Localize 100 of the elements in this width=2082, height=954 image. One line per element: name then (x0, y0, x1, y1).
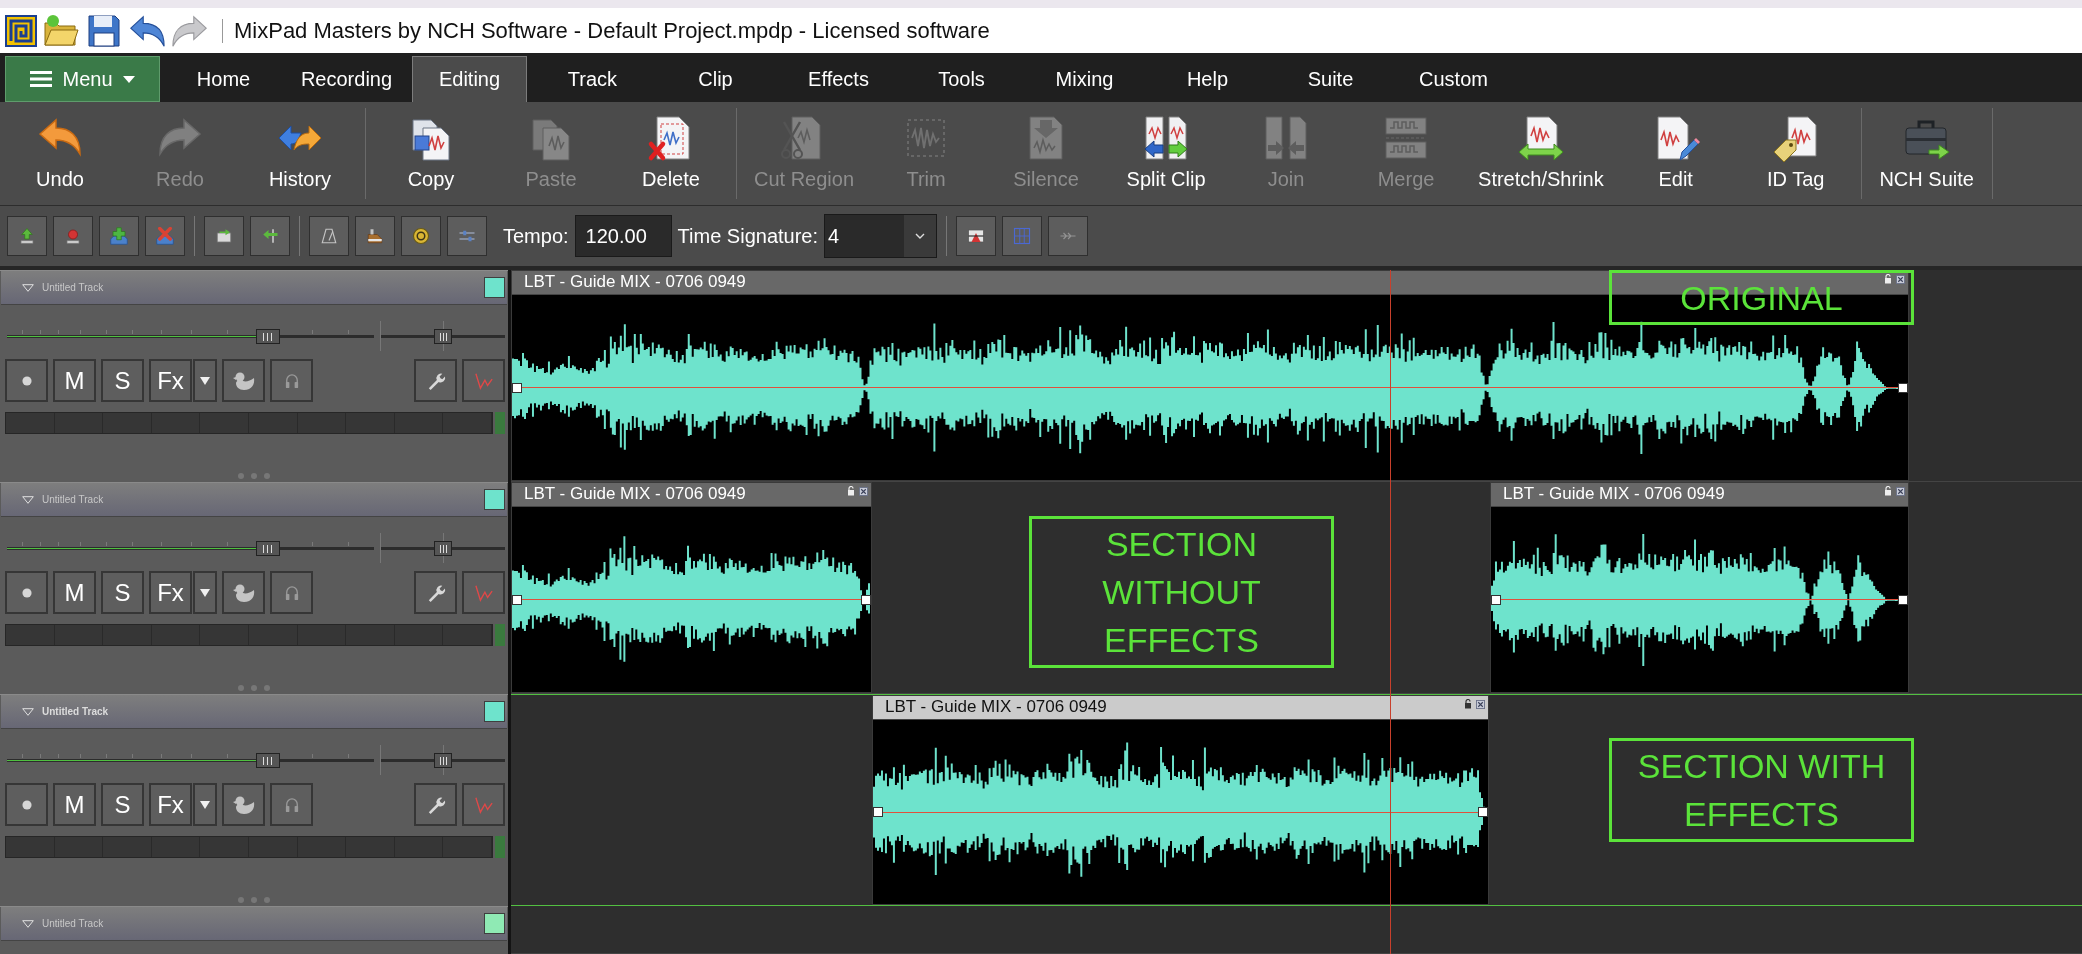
audio-clip[interactable]: LBT - Guide MIX - 0706 0949 (511, 482, 872, 693)
id-tag-button[interactable]: ID Tag (1735, 102, 1856, 205)
envelope-handle[interactable] (1491, 594, 1501, 605)
tempo-input[interactable]: 120.00 (574, 215, 672, 257)
folder-icon[interactable] (42, 12, 80, 49)
solo-button[interactable]: S (101, 571, 144, 614)
lock-icon[interactable] (1884, 274, 1892, 284)
collapse-triangle-icon[interactable] (22, 919, 34, 928)
envelope-button[interactable] (462, 571, 505, 614)
ribbon-tab[interactable]: Track (535, 56, 650, 102)
split-clip-button[interactable]: Split Clip (1106, 102, 1227, 205)
slider-thumb[interactable] (434, 541, 452, 556)
envelope-handle[interactable] (512, 382, 522, 393)
slider-thumb[interactable] (434, 329, 452, 344)
menu-button[interactable]: Menu (5, 56, 160, 102)
duck-button[interactable] (222, 359, 265, 402)
ribbon-tab[interactable]: Effects (781, 56, 896, 102)
pan-slider[interactable] (380, 745, 505, 775)
ribbon-tab[interactable]: Help (1150, 56, 1265, 102)
close-icon[interactable] (1896, 487, 1905, 496)
time-signature-select[interactable]: 4 (824, 214, 938, 258)
slider-thumb[interactable] (255, 753, 280, 768)
toolbar-button[interactable] (401, 216, 441, 256)
ribbon-tab[interactable]: Custom (1396, 56, 1511, 102)
monitor-button[interactable] (270, 571, 313, 614)
ribbon-tab[interactable]: Home (166, 56, 281, 102)
lock-icon[interactable] (1884, 486, 1892, 496)
audio-clip[interactable]: LBT - Guide MIX - 0706 0949 (872, 695, 1489, 905)
toolbar-button[interactable] (250, 216, 290, 256)
envelope-handle[interactable] (1898, 594, 1908, 605)
monitor-button[interactable] (270, 359, 313, 402)
toolbar-button[interactable] (956, 216, 997, 256)
history-button[interactable]: History (240, 102, 360, 205)
ribbon-tab[interactable]: Mixing (1027, 56, 1142, 102)
lock-icon[interactable] (847, 486, 855, 496)
ribbon-tab[interactable]: Editing (412, 56, 527, 102)
close-icon[interactable] (1476, 700, 1485, 709)
effects-button[interactable]: Fx (149, 783, 192, 826)
toolbar-button[interactable] (99, 216, 139, 256)
track-color-swatch[interactable] (484, 489, 505, 510)
edit-button[interactable]: Edit (1615, 102, 1736, 205)
clip-header[interactable]: LBT - Guide MIX - 0706 0949 (873, 696, 1488, 720)
stretch-shrink-button[interactable]: Stretch/Shrink (1466, 102, 1616, 205)
solo-button[interactable]: S (101, 783, 144, 826)
save-icon[interactable] (85, 12, 123, 49)
undo-button[interactable]: Undo (0, 102, 120, 205)
mute-button[interactable]: M (53, 571, 96, 614)
duck-button[interactable] (222, 783, 265, 826)
envelope-handle[interactable] (1898, 382, 1908, 393)
slider-thumb[interactable] (255, 541, 280, 556)
slider-thumb[interactable] (434, 753, 452, 768)
monitor-button[interactable] (270, 783, 313, 826)
duck-button[interactable] (222, 571, 265, 614)
track-settings-button[interactable] (414, 359, 457, 402)
audio-clip[interactable]: LBT - Guide MIX - 0706 0949 (1490, 482, 1909, 693)
effects-dropdown-button[interactable] (193, 571, 217, 614)
effects-button[interactable]: Fx (149, 359, 192, 402)
toolbar-button[interactable] (7, 216, 47, 256)
close-icon[interactable] (859, 487, 868, 496)
mute-button[interactable]: M (53, 359, 96, 402)
ribbon-tab[interactable]: Clip (658, 56, 773, 102)
effects-dropdown-button[interactable] (193, 359, 217, 402)
collapse-triangle-icon[interactable] (22, 707, 34, 716)
collapse-triangle-icon[interactable] (22, 283, 34, 292)
grip-dots-icon[interactable] (238, 473, 270, 479)
ribbon-tab[interactable]: Recording (289, 56, 404, 102)
solo-button[interactable]: S (101, 359, 144, 402)
ribbon-tab[interactable]: Suite (1273, 56, 1388, 102)
pan-slider[interactable] (380, 321, 505, 351)
record-arm-button[interactable] (5, 783, 48, 826)
grip-dots-icon[interactable] (238, 685, 270, 691)
copy-button[interactable]: Copy (371, 102, 491, 205)
delete-button[interactable]: Delete (611, 102, 731, 205)
clip-header[interactable]: LBT - Guide MIX - 0706 0949 (512, 483, 871, 507)
toolbar-button[interactable] (309, 216, 349, 256)
effects-dropdown-button[interactable] (193, 783, 217, 826)
track-color-swatch[interactable] (484, 913, 505, 934)
envelope-handle[interactable] (861, 594, 871, 605)
effects-button[interactable]: Fx (149, 571, 192, 614)
envelope-handle[interactable] (1478, 807, 1488, 817)
nch-suite-button[interactable]: NCH Suite (1866, 102, 1987, 205)
clip-header[interactable]: LBT - Guide MIX - 0706 0949 (1491, 483, 1908, 507)
envelope-handle[interactable] (873, 807, 883, 817)
mute-button[interactable]: M (53, 783, 96, 826)
toolbar-button[interactable] (355, 216, 395, 256)
track-color-swatch[interactable] (484, 277, 505, 298)
record-arm-button[interactable] (5, 571, 48, 614)
lock-icon[interactable] (1464, 699, 1472, 709)
track-color-swatch[interactable] (484, 701, 505, 722)
track-settings-button[interactable] (414, 783, 457, 826)
envelope-handle[interactable] (512, 594, 522, 605)
track-settings-button[interactable] (414, 571, 457, 614)
envelope-button[interactable] (462, 359, 505, 402)
collapse-triangle-icon[interactable] (22, 495, 34, 504)
close-icon[interactable] (1896, 275, 1905, 284)
record-arm-button[interactable] (5, 359, 48, 402)
pan-slider[interactable] (380, 533, 505, 563)
grip-dots-icon[interactable] (238, 897, 270, 903)
slider-thumb[interactable] (255, 329, 280, 344)
track-title-bar[interactable]: Untitled Track (1, 695, 507, 729)
